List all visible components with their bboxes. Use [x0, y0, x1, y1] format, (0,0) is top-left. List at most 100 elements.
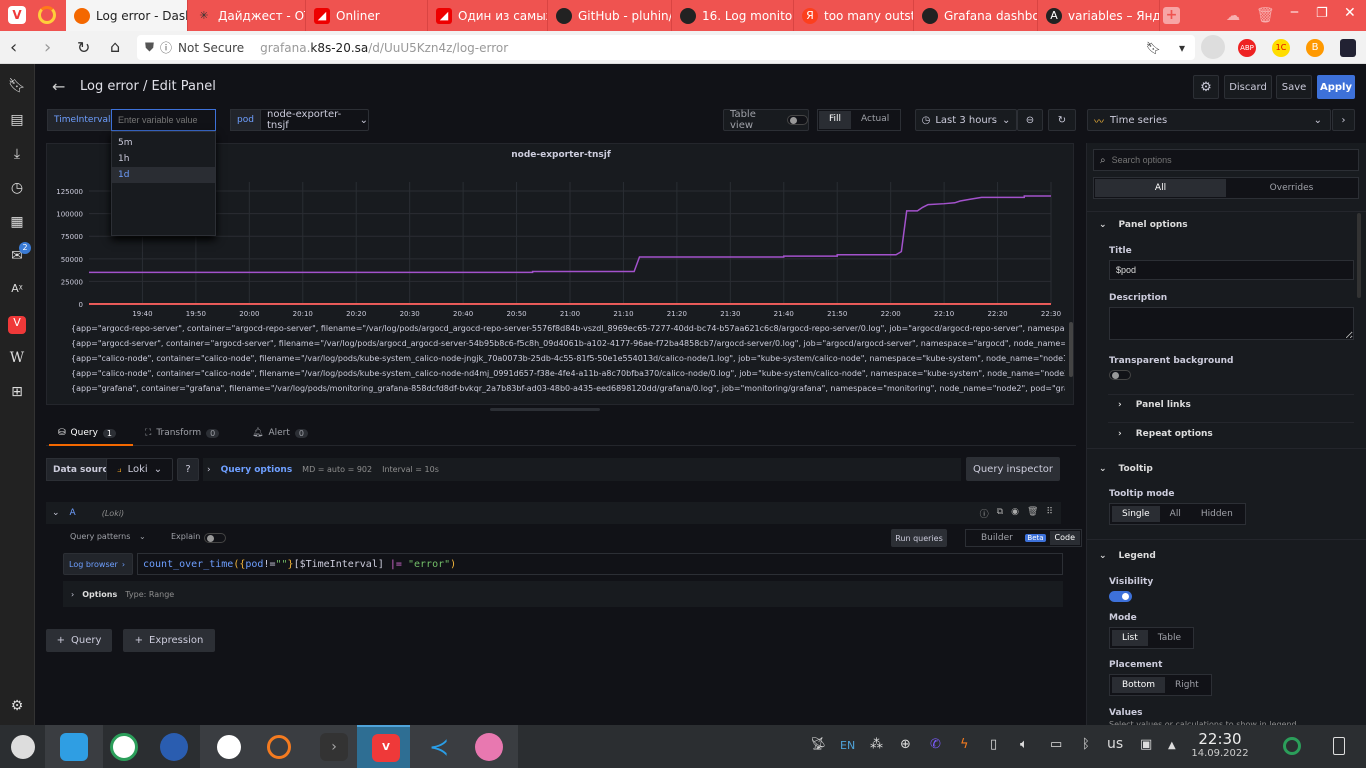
bluetooth-icon[interactable]: ᛒ [1082, 737, 1090, 752]
bookmark-icon[interactable]: 🔖︎ [1146, 41, 1161, 55]
tooltip-mode-all[interactable]: All [1160, 506, 1191, 522]
extension-b-icon[interactable]: B [1306, 39, 1324, 57]
time-interval-input[interactable] [111, 109, 216, 131]
url-field[interactable]: ⛊ ⓘ Not Secure grafana.k8s-20.sa/d/UuU5K… [137, 35, 1195, 60]
query-editor[interactable]: count_over_time({pod != ""} [$TimeInterval]… [137, 553, 1063, 575]
tray-expand-icon[interactable]: ▲ [1168, 740, 1176, 751]
actual-option[interactable]: Actual [851, 111, 899, 129]
query-options-row[interactable]: › Query options MD = auto = 902 Interval = … [203, 458, 961, 481]
trash-icon[interactable]: 🗑 [1256, 6, 1275, 24]
settings-icon[interactable]: ⚙ [8, 698, 26, 716]
tab-alert[interactable]: 🔔︎ Alert 0 [252, 420, 308, 446]
tooltip-mode-single[interactable]: Single [1112, 506, 1160, 522]
extension-1c-icon[interactable]: 1C [1272, 39, 1290, 57]
volume-icon[interactable]: 🔈︎ [1020, 737, 1028, 752]
legend-item[interactable]: {app="argocd-server", container="argocd-… [65, 339, 1065, 348]
back-button[interactable]: ‹ [10, 37, 17, 58]
new-tab-button[interactable]: + [1163, 7, 1180, 24]
network-icon[interactable]: ⁂ [870, 737, 883, 752]
wikipedia-icon[interactable]: W [8, 350, 26, 368]
keyboard-layout[interactable]: us [1107, 736, 1123, 752]
legend-item[interactable]: {app="calico-node", container="calico-no… [65, 354, 1065, 363]
browser-tab[interactable]: ✳ Дайджест - OTP [188, 0, 306, 31]
taskbar-app[interactable] [250, 725, 308, 768]
close-window-button[interactable]: ✕ [1344, 5, 1356, 21]
overrides-option[interactable]: Overrides [1226, 179, 1357, 197]
legend-item[interactable]: {app="argocd-repo-server", container="ar… [65, 324, 1065, 333]
mail-icon[interactable]: ✉ 2 [8, 242, 31, 266]
explain-toggle[interactable] [204, 533, 226, 543]
legend-item[interactable]: {app="calico-node", container="calico-no… [65, 369, 1065, 378]
battery-icon[interactable]: ▭ [1050, 737, 1062, 752]
panel-settings-button[interactable]: ⚙ [1193, 75, 1219, 99]
sync-cloud-icon[interactable]: ☁ [1226, 8, 1240, 24]
app-tray-icon[interactable]: ϟ [960, 737, 969, 752]
legend-section[interactable]: ⌄ Legend [1099, 551, 1156, 561]
add-panel-icon[interactable]: ⊞ [8, 384, 26, 402]
dropdown-icon[interactable]: ▾ [1179, 41, 1185, 55]
update-icon[interactable]: ⊕ [900, 737, 911, 752]
options-row[interactable]: › Options Type: Range [63, 581, 1063, 607]
history-icon[interactable]: ◷ [8, 180, 26, 198]
dropdown-option-1h[interactable]: 1h [112, 151, 215, 167]
collapse-icon[interactable]: ⌄ [52, 508, 60, 518]
log-browser-button[interactable]: Log browser › [63, 553, 133, 575]
duplicate-icon[interactable]: ⧉ [997, 507, 1003, 520]
query-patterns-select[interactable]: Query patterns ⌄ [70, 532, 146, 541]
clock[interactable]: 22:30 14.09.2022 [1190, 730, 1250, 759]
app-launcher-button[interactable] [0, 725, 45, 768]
drag-handle-icon[interactable]: ⠿ [1046, 507, 1053, 520]
browser-tab[interactable]: GitHub - pluhin/ [548, 0, 672, 31]
search-options-field[interactable]: ⌕ [1093, 149, 1359, 171]
description-textarea[interactable] [1109, 307, 1354, 340]
dropdown-option-5m[interactable]: 5m [112, 135, 215, 151]
extension-icon[interactable] [1340, 39, 1356, 57]
translate-icon[interactable]: Aᵡ [8, 282, 26, 300]
datasource-picker[interactable]: ⟓ Loki ⌄ [106, 458, 173, 481]
help-icon[interactable]: ⓘ [980, 507, 989, 520]
title-input[interactable] [1109, 260, 1354, 280]
reload-button[interactable]: ↻ [77, 38, 90, 57]
vivaldi-panel-icon[interactable]: V [8, 316, 26, 334]
tooltip-section[interactable]: ⌄ Tooltip [1099, 464, 1153, 474]
viber-icon[interactable]: ✆ [930, 737, 941, 752]
builder-option[interactable]: Builder Beta [967, 531, 1050, 545]
browser-tab[interactable]: Log error - Dash [66, 0, 188, 31]
time-range-picker[interactable]: ◷ Last 3 hours ⌄ [915, 109, 1017, 131]
refresh-button[interactable]: ↻ [1048, 109, 1076, 131]
taskbar-terminal[interactable]: › [305, 725, 363, 768]
dropdown-option-1d[interactable]: 1d [112, 167, 215, 183]
taskbar-vivaldi[interactable]: V [357, 725, 415, 768]
browser-tab[interactable]: 16. Log monitor [672, 0, 794, 31]
trash-icon[interactable]: 🗑︎ [1027, 507, 1038, 520]
tooltip-mode-hidden[interactable]: Hidden [1191, 506, 1243, 522]
reading-list-icon[interactable]: ▤ [8, 112, 26, 130]
display-icon[interactable]: ▣ [1140, 737, 1152, 752]
keyboard-lang[interactable]: EN [840, 739, 855, 752]
datasource-help-button[interactable]: ? [177, 458, 199, 481]
transparent-background-toggle[interactable] [1109, 370, 1131, 380]
tab-transform[interactable]: ⛶ Transform 0 [145, 420, 220, 446]
collapse-options-button[interactable]: › [1332, 109, 1355, 131]
profile-avatar[interactable] [1201, 35, 1225, 59]
show-desktop-button[interactable] [1333, 737, 1345, 755]
eye-icon[interactable]: ◉ [1011, 507, 1019, 520]
home-button[interactable]: ⌂ [110, 37, 120, 56]
repeat-options-section[interactable]: › Repeat options [1118, 429, 1213, 439]
search-options-input[interactable] [1111, 155, 1332, 165]
remote-tray-icon[interactable] [1283, 737, 1301, 755]
table-view-toggle[interactable]: Table view [723, 109, 809, 131]
downloads-icon[interactable]: ⤓ [8, 146, 26, 164]
query-inspector-button[interactable]: Query inspector [966, 457, 1060, 481]
query-ref-id[interactable]: A [70, 508, 76, 518]
legend-visibility-toggle[interactable] [1109, 591, 1132, 602]
vivaldi-menu-button[interactable]: V [8, 6, 26, 24]
legend-mode-table[interactable]: Table [1148, 630, 1191, 646]
add-query-button[interactable]: + Query [46, 629, 112, 652]
panel-links-section[interactable]: › Panel links [1118, 400, 1191, 410]
save-button[interactable]: Save [1276, 75, 1312, 99]
forward-button[interactable]: › [44, 37, 51, 58]
panel-options-section[interactable]: ⌄ Panel options [1099, 220, 1188, 230]
resize-handle[interactable] [490, 408, 600, 411]
back-arrow-icon[interactable]: ← [52, 77, 65, 96]
